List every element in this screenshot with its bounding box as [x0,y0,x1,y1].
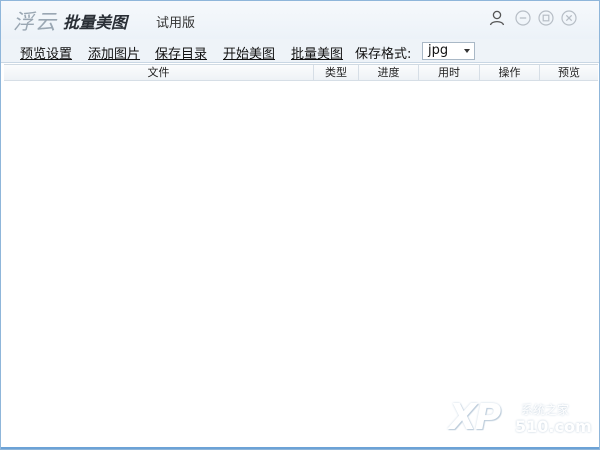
watermark-logo: XP 系统之家 510.com [449,397,592,441]
watermark-site-name: 系统之家 [521,403,570,417]
column-header-preview[interactable]: 预览 [540,65,598,81]
app-logo-primary: 浮云 [13,10,57,34]
app-window: 浮云 批量美图 试用版 预览设置 添加图片 保存目录 开始美图 批量美图 保存格… [0,0,600,450]
batch-beautify-link[interactable]: 批量美图 [291,43,343,62]
column-header-file[interactable]: 文件 [4,65,314,81]
column-header-time[interactable]: 用时 [419,65,480,81]
user-icon[interactable] [488,9,506,27]
preview-settings-link[interactable]: 预览设置 [20,43,72,62]
title-bar: 浮云 批量美图 试用版 [1,1,599,39]
file-table-body[interactable] [4,81,598,447]
save-format-value: jpg [428,43,449,58]
watermark-xp: XP [449,397,501,438]
maximize-icon[interactable] [538,10,554,26]
app-logo-secondary: 批量美图 [63,13,128,32]
column-header-progress[interactable]: 进度 [359,65,419,81]
watermark-domain: 510.com [515,417,592,436]
add-images-link[interactable]: 添加图片 [88,43,140,62]
save-format-label: 保存格式: [355,47,412,62]
column-header-action[interactable]: 操作 [480,65,540,81]
start-beautify-link[interactable]: 开始美图 [223,43,275,62]
save-directory-link[interactable]: 保存目录 [155,43,207,62]
toolbar: 预览设置 添加图片 保存目录 开始美图 批量美图 保存格式: jpg [1,39,599,63]
column-header-type[interactable]: 类型 [314,65,359,81]
minimize-icon[interactable] [515,10,531,26]
edition-label: 试用版 [156,16,196,31]
chevron-down-icon [464,49,470,53]
close-icon[interactable] [561,10,577,26]
file-table-header: 文件 类型 进度 用时 操作 预览 [4,64,598,81]
window-bottom-border [1,447,599,449]
save-format-select[interactable]: jpg [422,42,475,60]
